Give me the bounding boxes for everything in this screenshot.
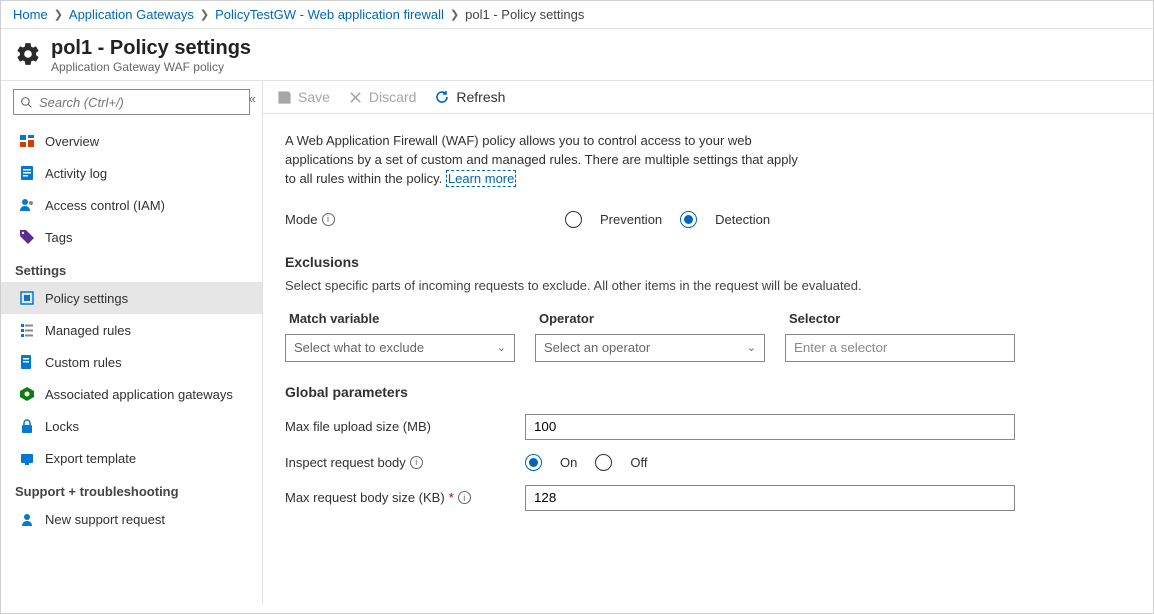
sidebar-item-new-support-request[interactable]: New support request: [1, 503, 262, 535]
refresh-icon: [434, 89, 450, 105]
discard-icon: [348, 90, 363, 105]
sidebar: « Overview Activity log Access control (…: [1, 81, 263, 604]
inspect-radio-on[interactable]: [525, 454, 542, 471]
sidebar-item-policy-settings[interactable]: Policy settings: [1, 282, 262, 314]
page-header: pol1 - Policy settings Application Gatew…: [1, 29, 1153, 80]
chevron-down-icon: ⌄: [747, 341, 756, 354]
log-icon: [19, 165, 35, 181]
mode-label: Mode: [285, 212, 318, 227]
sidebar-item-export-template[interactable]: Export template: [1, 442, 262, 474]
max-body-label: Max request body size (KB): [285, 490, 445, 505]
selector-input[interactable]: [785, 334, 1015, 362]
required-asterisk: *: [449, 490, 454, 505]
chevron-right-icon: ❯: [200, 8, 209, 21]
info-icon[interactable]: i: [410, 456, 423, 469]
search-icon: [20, 96, 33, 109]
policysettings-icon: [19, 290, 35, 306]
discard-button: Discard: [348, 89, 416, 105]
page-title: pol1 - Policy settings: [51, 37, 251, 60]
exclusion-col-match: Match variable: [285, 311, 515, 326]
sidebar-item-tags[interactable]: Tags: [1, 221, 262, 253]
sidebar-item-label: Overview: [45, 134, 99, 149]
sidebar-item-label: Export template: [45, 451, 136, 466]
exclusions-help: Select specific parts of incoming reques…: [285, 278, 1131, 293]
info-icon[interactable]: i: [458, 491, 471, 504]
match-variable-select[interactable]: Select what to exclude ⌄: [285, 334, 515, 362]
sidebar-item-label: Policy settings: [45, 291, 128, 306]
max-file-upload-label: Max file upload size (MB): [285, 419, 431, 434]
sidebar-item-label: New support request: [45, 512, 165, 527]
search-input[interactable]: [39, 95, 243, 110]
sidebar-item-label: Managed rules: [45, 323, 131, 338]
overview-icon: [19, 133, 35, 149]
sidebar-item-label: Associated application gateways: [45, 387, 233, 402]
inspect-body-label: Inspect request body: [285, 455, 406, 470]
toolbar-label: Save: [298, 89, 330, 105]
select-placeholder: Select what to exclude: [294, 340, 424, 355]
max-file-upload-input[interactable]: [525, 414, 1015, 440]
breadcrumb-current: pol1 - Policy settings: [465, 7, 584, 22]
iam-icon: [19, 197, 35, 213]
sidebar-item-label: Tags: [45, 230, 72, 245]
toolbar-label: Refresh: [456, 89, 505, 105]
sidebar-item-label: Access control (IAM): [45, 198, 165, 213]
support-icon: [19, 511, 35, 527]
customrules-icon: [19, 354, 35, 370]
sidebar-item-activity-log[interactable]: Activity log: [1, 157, 262, 189]
export-icon: [19, 450, 35, 466]
chevron-right-icon: ❯: [54, 8, 63, 21]
breadcrumb-app-gateways[interactable]: Application Gateways: [69, 7, 194, 22]
mode-radio-prevention[interactable]: [565, 211, 582, 228]
save-button: Save: [277, 89, 330, 105]
tag-icon: [19, 229, 35, 245]
page-subtitle: Application Gateway WAF policy: [51, 60, 251, 74]
save-icon: [277, 90, 292, 105]
lock-icon: [19, 418, 35, 434]
learn-more-link[interactable]: Learn more: [446, 170, 516, 187]
chevron-down-icon: ⌄: [497, 341, 506, 354]
operator-select[interactable]: Select an operator ⌄: [535, 334, 765, 362]
sidebar-section-settings: Settings: [1, 253, 262, 282]
mode-radio-prevention-label[interactable]: Prevention: [600, 212, 662, 227]
select-placeholder: Select an operator: [544, 340, 650, 355]
exclusion-col-selector: Selector: [785, 311, 1015, 326]
exclusions-heading: Exclusions: [285, 254, 1131, 270]
sidebar-item-custom-rules[interactable]: Custom rules: [1, 346, 262, 378]
sidebar-item-label: Custom rules: [45, 355, 122, 370]
mode-radio-detection[interactable]: [680, 211, 697, 228]
refresh-button[interactable]: Refresh: [434, 89, 505, 105]
toolbar-label: Discard: [369, 89, 416, 105]
max-body-size-input[interactable]: [525, 485, 1015, 511]
sidebar-search[interactable]: [13, 89, 250, 115]
chevron-right-icon: ❯: [450, 8, 459, 21]
info-icon[interactable]: i: [322, 213, 335, 226]
global-parameters-heading: Global parameters: [285, 384, 1131, 400]
breadcrumb-policy-gw[interactable]: PolicyTestGW - Web application firewall: [215, 7, 444, 22]
sidebar-section-support: Support + troubleshooting: [1, 474, 262, 503]
sidebar-item-overview[interactable]: Overview: [1, 125, 262, 157]
main-content: Save Discard Refresh A Web Application F…: [263, 81, 1153, 604]
toolbar: Save Discard Refresh: [263, 81, 1153, 114]
sidebar-item-associated-gateways[interactable]: Associated application gateways: [1, 378, 262, 410]
sidebar-item-managed-rules[interactable]: Managed rules: [1, 314, 262, 346]
inspect-radio-on-label[interactable]: On: [560, 455, 577, 470]
sidebar-item-label: Activity log: [45, 166, 107, 181]
breadcrumb-home[interactable]: Home: [13, 7, 48, 22]
inspect-radio-off-label[interactable]: Off: [630, 455, 647, 470]
collapse-sidebar-icon[interactable]: «: [249, 91, 256, 106]
sidebar-item-iam[interactable]: Access control (IAM): [1, 189, 262, 221]
breadcrumb: Home ❯ Application Gateways ❯ PolicyTest…: [1, 1, 1153, 29]
inspect-radio-off[interactable]: [595, 454, 612, 471]
gear-icon: [15, 41, 41, 67]
managedrules-icon: [19, 322, 35, 338]
gateway-icon: [19, 386, 35, 402]
intro-text: A Web Application Firewall (WAF) policy …: [285, 132, 805, 189]
sidebar-item-label: Locks: [45, 419, 79, 434]
mode-radio-detection-label[interactable]: Detection: [715, 212, 770, 227]
exclusion-col-operator: Operator: [535, 311, 765, 326]
sidebar-item-locks[interactable]: Locks: [1, 410, 262, 442]
